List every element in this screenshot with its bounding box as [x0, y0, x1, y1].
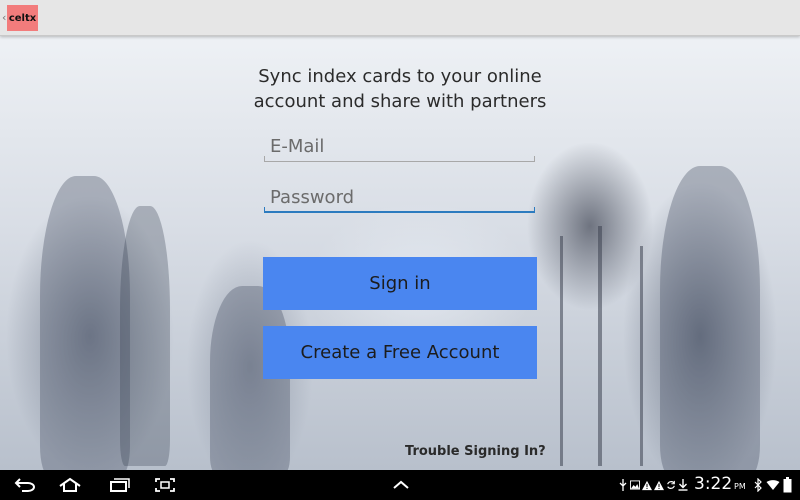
login-headline: Sync index cards to your online account … — [253, 66, 547, 112]
back-icon[interactable] — [10, 470, 40, 500]
email-underline-tick-left — [264, 156, 265, 162]
recent-apps-icon[interactable] — [103, 470, 133, 500]
password-underline-tick-left — [264, 207, 265, 213]
trouble-signing-in-link[interactable]: Trouble Signing In? — [405, 444, 546, 459]
status-ampm: PM — [734, 482, 746, 491]
action-bar: ‹ celtx — [0, 0, 800, 36]
warning-icon — [642, 479, 652, 491]
screenshot-icon[interactable] — [150, 470, 180, 500]
expand-up-icon[interactable] — [387, 470, 415, 500]
system-bar: 3:22 PM — [0, 470, 800, 500]
app-logo-text: celtx — [8, 12, 37, 24]
email-underline-tick-right — [534, 156, 535, 162]
sync-icon — [666, 479, 676, 491]
battery-icon — [783, 476, 792, 494]
wifi-icon — [766, 476, 780, 494]
sign-in-button[interactable]: Sign in — [263, 257, 537, 310]
create-account-button[interactable]: Create a Free Account — [263, 326, 537, 379]
download-icon — [678, 479, 688, 491]
image-icon — [630, 479, 640, 491]
password-underline-tick-right — [534, 207, 535, 213]
home-icon[interactable] — [55, 470, 85, 500]
email-field[interactable] — [264, 132, 535, 162]
create-account-label: Create a Free Account — [300, 342, 500, 363]
usb-icon — [618, 479, 628, 491]
up-caret-icon[interactable]: ‹ — [2, 11, 6, 24]
bluetooth-icon — [754, 476, 762, 494]
app-logo[interactable]: celtx — [7, 5, 38, 31]
status-clock: 3:22 — [694, 474, 733, 494]
sign-in-label: Sign in — [369, 273, 431, 294]
password-field[interactable] — [264, 183, 535, 213]
notification-icons — [618, 477, 688, 493]
warning-icon — [654, 479, 664, 491]
